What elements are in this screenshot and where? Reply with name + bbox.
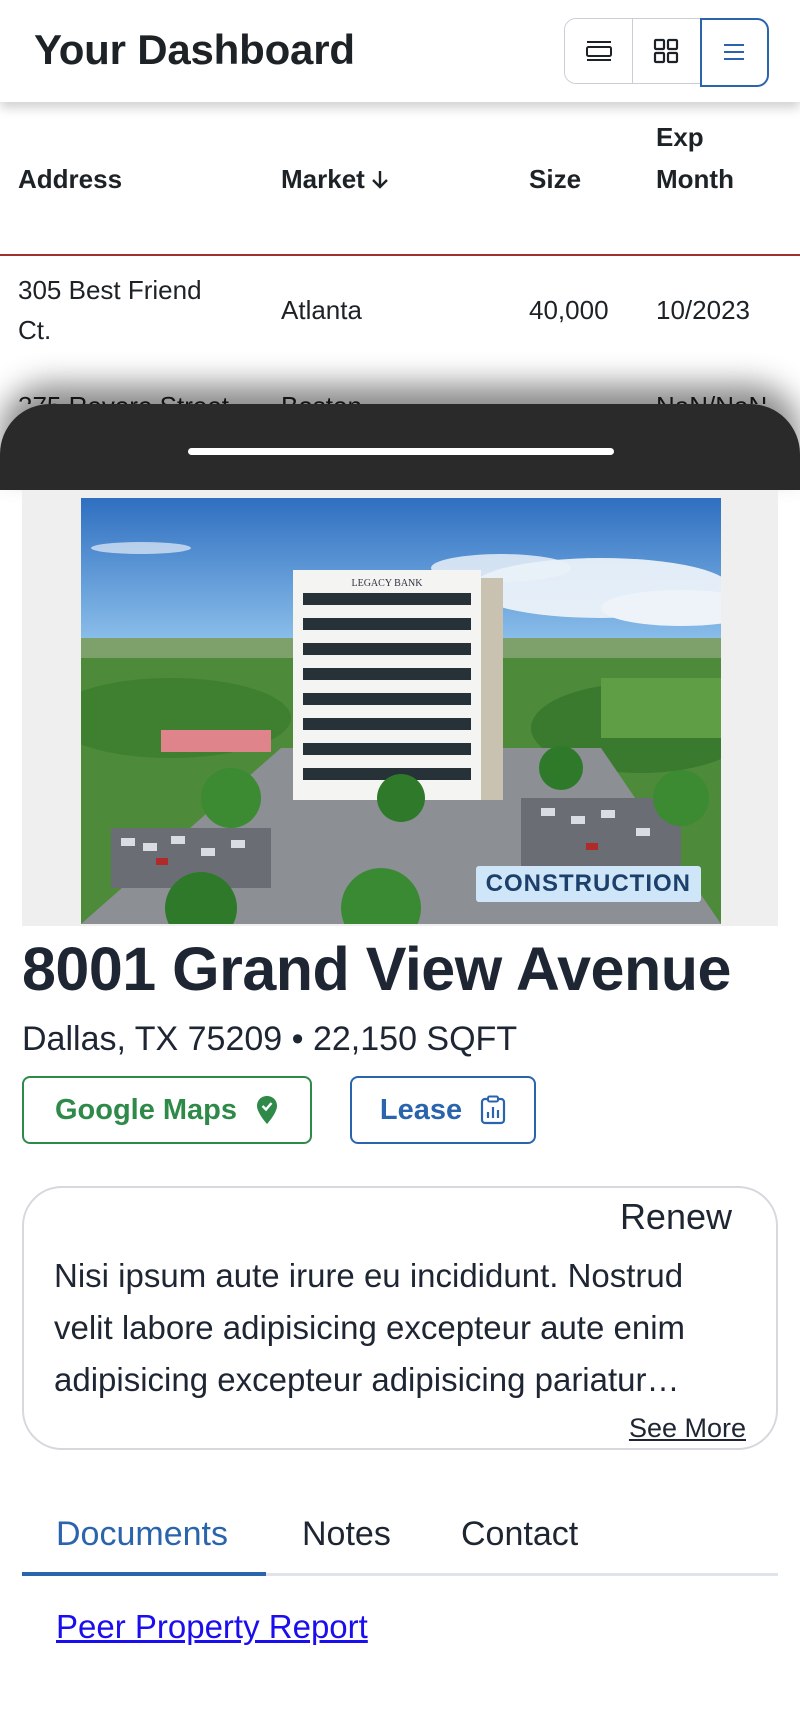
google-maps-button[interactable]: Google Maps: [22, 1076, 312, 1144]
card-view-button[interactable]: [565, 19, 633, 83]
row-address: 305 Best Friend Ct.: [18, 270, 202, 350]
row-address-line2: Ct.: [18, 315, 52, 345]
grid-icon: [654, 38, 679, 64]
row-address-line1: 305 Best Friend: [18, 275, 202, 305]
detail-tabs: Documents Notes Contact: [22, 1502, 778, 1576]
status-badge: CONSTRUCTION: [475, 866, 701, 902]
tab-documents[interactable]: Documents: [56, 1502, 228, 1576]
column-header-exp-line1: Exp: [656, 122, 704, 152]
property-title: 8001 Grand View Avenue: [22, 935, 731, 1003]
google-maps-label: Google Maps: [54, 1093, 238, 1126]
row-market: Atlanta: [281, 295, 362, 325]
grid-view-button[interactable]: [632, 19, 700, 83]
column-header-address[interactable]: Address: [18, 158, 122, 200]
properties-table: Address Market Size Exp Month 305 Best F…: [0, 110, 800, 421]
app-header: Your Dashboard: [0, 0, 800, 102]
property-photo-frame: LEGACY BANK CONSTRUCTION: [22, 490, 778, 926]
column-header-exp-month[interactable]: Exp Month: [656, 116, 734, 200]
active-tab-indicator: [22, 1572, 266, 1576]
sheet-header: [0, 404, 800, 490]
building-illustration: LEGACY BANK: [81, 498, 721, 924]
building-sign: LEGACY BANK: [351, 578, 423, 589]
row-size: 40,000: [529, 295, 609, 325]
property-photo[interactable]: LEGACY BANK CONSTRUCTION: [81, 498, 721, 924]
property-detail-sheet: LEGACY BANK CONSTRUCTION 8001 Grand View…: [0, 404, 800, 1732]
row-exp-month: 10/2023: [656, 295, 750, 325]
list-icon: [724, 44, 745, 60]
tab-notes[interactable]: Notes: [302, 1502, 391, 1576]
document-link[interactable]: Peer Property Report: [56, 1608, 368, 1646]
renew-description: Nisi ipsum aute irure eu incididunt. Nos…: [54, 1257, 686, 1398]
arrow-down-icon: [371, 171, 388, 189]
view-mode-toggle: [564, 17, 769, 87]
list-view-button[interactable]: [699, 17, 769, 87]
clipboard-chart-icon: [481, 1095, 506, 1125]
property-subtitle: Dallas, TX 75209 • 22,150 SQFT: [22, 1020, 518, 1058]
lease-button[interactable]: Lease: [350, 1076, 536, 1144]
lease-label: Lease: [379, 1093, 463, 1126]
sheet-drag-handle[interactable]: [188, 448, 614, 455]
table-row[interactable]: 305 Best Friend Ct. Atlanta 40,000 10/20…: [0, 270, 800, 366]
column-header-size[interactable]: Size: [529, 158, 581, 200]
page-title: Your Dashboard: [34, 26, 355, 73]
map-pin-icon: [257, 1096, 278, 1124]
column-header-exp-line2: Month: [656, 164, 734, 194]
see-more-link[interactable]: See More: [629, 1413, 746, 1444]
column-header-market[interactable]: Market: [281, 158, 391, 200]
renew-card: Renew Nisi ipsum aute irure eu incididun…: [22, 1186, 778, 1450]
table-header: Address Market Size Exp Month: [0, 110, 800, 256]
renew-title: Renew: [619, 1196, 732, 1237]
column-header-market-label: Market: [281, 164, 365, 194]
tab-contact[interactable]: Contact: [461, 1502, 578, 1576]
card-icon: [585, 41, 612, 61]
